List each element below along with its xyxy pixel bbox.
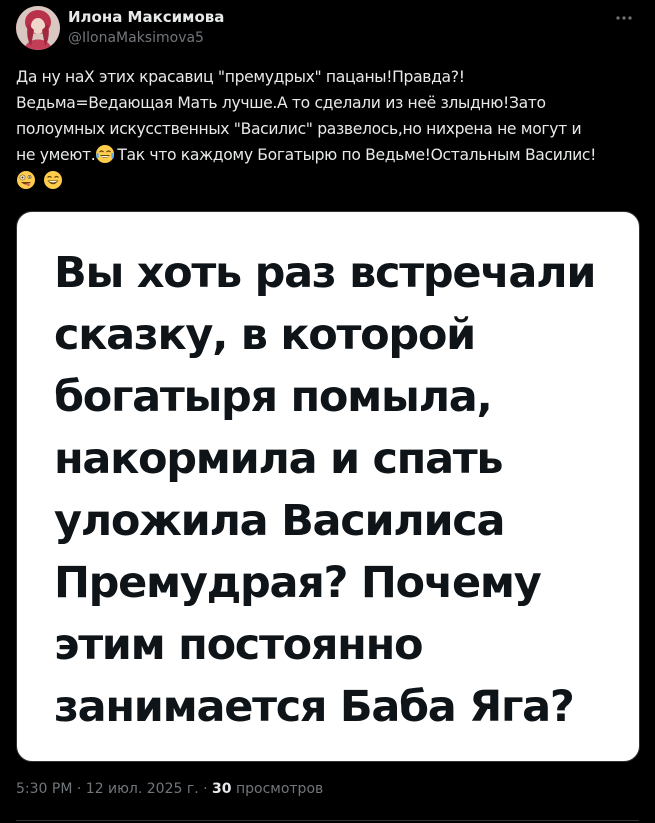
author-display-name[interactable]: Илона Максимова [68, 8, 224, 26]
tweet-text-line: Ведьма=Ведающая Мать лучше.А то сделали … [16, 94, 546, 112]
image-text-line: занимается Баба Яга? [54, 682, 575, 732]
tweet-meta: 5:30 PM · 12 июл. 2025 г. · 30 просмотро… [16, 781, 323, 797]
tweet-text-line: не умеют. [16, 146, 96, 164]
image-text-line: сказку, в которой [54, 310, 476, 360]
tweet-text-line: Так что каждому Богатырю по Ведьме!Остал… [117, 146, 597, 164]
views-count: 30 [212, 781, 232, 797]
image-text-line: этим постоянно [54, 620, 424, 670]
image-text-line: уложила Василиса [54, 496, 506, 546]
emoji-row [16, 168, 646, 194]
more-options-icon[interactable] [613, 8, 635, 28]
meta-separator: · [203, 781, 208, 797]
tweet-header: Илона Максимова @IlonaMaksimova5 [16, 6, 639, 56]
avatar-image [16, 6, 60, 50]
divider [16, 820, 639, 821]
tweet-text-line: полоумных искусственных "Василис" развел… [16, 120, 582, 138]
image-text-line: Премудрая? Почему [54, 558, 542, 608]
tweet-text-line-group: не умеют. Так что каждому Богатырю по Ве… [16, 142, 646, 168]
image-text-line: накормила и спать [54, 434, 504, 484]
tears-of-joy-emoji [96, 145, 115, 163]
zany-face-emoji [17, 171, 35, 189]
author-handle[interactable]: @IlonaMaksimova5 [68, 30, 204, 46]
image-text: Вы хоть раз встречали сказку, в которой … [54, 242, 634, 738]
tweet-time[interactable]: 5:30 PM [16, 781, 72, 797]
avatar[interactable] [16, 6, 60, 50]
meta-separator: · [76, 781, 82, 797]
tweet-text: Да ну наХ этих красавиц "премудрых" паца… [16, 64, 646, 194]
grinning-face-emoji [43, 171, 62, 189]
image-text-line: Вы хоть раз встречали [54, 248, 596, 298]
tweet-date[interactable]: 12 июл. 2025 г. [86, 781, 199, 797]
tweet: Илона Максимова @IlonaMaksimova5 Да ну н… [0, 0, 655, 823]
tweet-text-line: Да ну наХ этих красавиц "премудрых" паца… [16, 68, 465, 86]
tweet-media-image[interactable]: Вы хоть раз встречали сказку, в которой … [16, 211, 640, 762]
image-text-line: богатыря помыла, [54, 372, 493, 422]
views-label: просмотров [235, 781, 324, 797]
